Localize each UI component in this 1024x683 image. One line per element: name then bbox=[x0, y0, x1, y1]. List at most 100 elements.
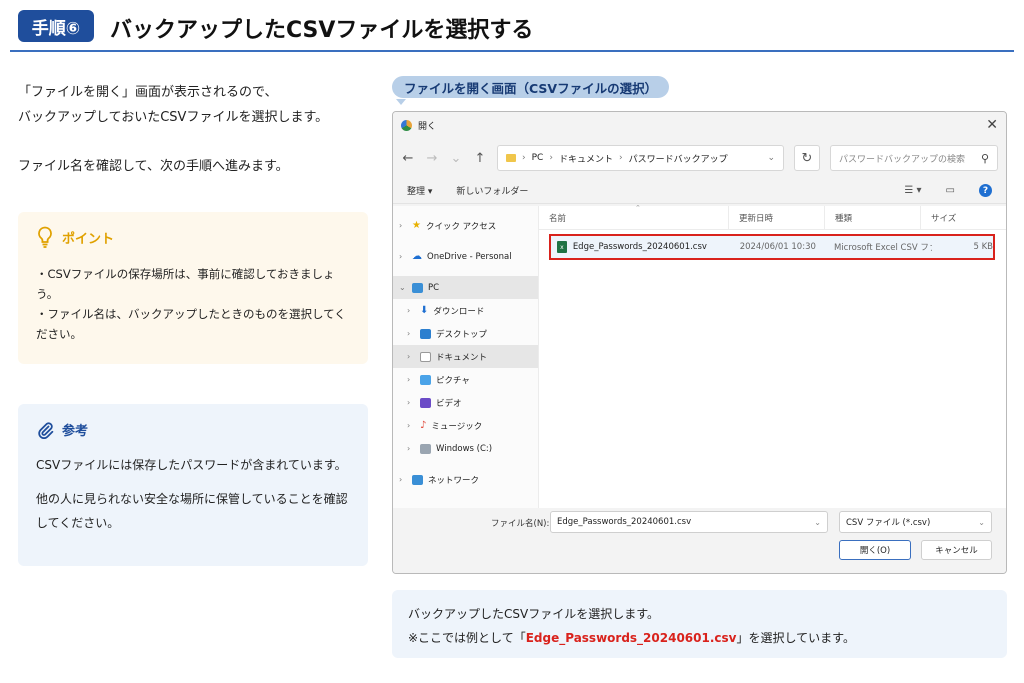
excel-csv-icon: x bbox=[557, 241, 567, 253]
reference-body: CSVファイルには保存したパスワードが含まれています。 他の人に見られない安全な… bbox=[36, 453, 350, 535]
breadcrumb-item[interactable]: パスワードバックアップ bbox=[629, 152, 728, 165]
dialog-titlebar: 開く ✕ bbox=[393, 112, 1006, 138]
video-icon bbox=[420, 397, 431, 408]
nav-item-pc[interactable]: ⌄ PC bbox=[393, 276, 538, 299]
header-divider bbox=[10, 50, 1014, 52]
refresh-icon[interactable]: ↻ bbox=[794, 145, 820, 171]
column-header-name[interactable]: ⌃ 名前 bbox=[539, 204, 729, 229]
nav-item-quick-access[interactable]: › ★ クイック アクセス bbox=[393, 214, 538, 237]
search-placeholder: パスワードバックアップの検索 bbox=[839, 154, 966, 165]
desktop-icon bbox=[420, 328, 431, 339]
cancel-button[interactable]: キャンセル bbox=[921, 540, 992, 560]
sort-up-icon: ⌃ bbox=[635, 204, 641, 212]
nav-item-windows-c[interactable]: › Windows (C:) bbox=[393, 437, 538, 460]
point-item: ・CSVファイルの保存場所は、事前に確認しておきましょう。 bbox=[36, 267, 335, 301]
cloud-icon: ☁ bbox=[412, 251, 422, 262]
dialog-footer: ファイル名(N): Edge_Passwords_20240601.csv ⌄ … bbox=[393, 508, 1006, 573]
nav-item-videos[interactable]: › ビデオ bbox=[393, 391, 538, 414]
folder-icon bbox=[506, 154, 516, 162]
note-box: バックアップしたCSVファイルを選択します。 ※ここでは例として「Edge_Pa… bbox=[392, 590, 1007, 658]
nav-item-downloads[interactable]: › ⬇ ダウンロード bbox=[393, 299, 538, 322]
document-icon bbox=[420, 351, 431, 362]
computer-icon bbox=[412, 282, 423, 293]
dialog-command-bar: 整理 ▾ 新しいフォルダー ☰ ▾ ▭ ? bbox=[393, 178, 1006, 204]
address-bar[interactable]: › PC › ドキュメント › パスワードバックアップ ⌄ bbox=[497, 145, 784, 171]
file-date: 2024/06/01 10:30 bbox=[739, 242, 816, 252]
navigation-pane: › ★ クイック アクセス › ☁ OneDrive - Personal ⌄ PC… bbox=[393, 206, 539, 508]
preview-pane-icon[interactable]: ▭ bbox=[946, 185, 955, 196]
nav-item-network[interactable]: › ネットワーク bbox=[393, 468, 538, 491]
reference-heading-label: 参考 bbox=[62, 424, 89, 439]
column-header-size[interactable]: サイズ bbox=[921, 206, 991, 229]
point-heading-label: ポイント bbox=[62, 231, 115, 247]
intro-line: ファイル名を確認して、次の手順へ進みます。 bbox=[18, 159, 289, 174]
filetype-select[interactable]: CSV ファイル (*.csv) ⌄ bbox=[839, 511, 992, 533]
file-row-selected[interactable]: x Edge_Passwords_20240601.csv 2024/06/01… bbox=[549, 234, 995, 260]
network-icon bbox=[412, 474, 423, 485]
chevron-down-icon[interactable]: ⌄ bbox=[767, 153, 775, 163]
column-header-row: ⌃ 名前 更新日時 種類 サイズ bbox=[539, 204, 1006, 230]
intro-line: 「ファイルを開く」画面が表示されるので、 bbox=[18, 85, 278, 100]
up-arrow-icon[interactable]: ↑ bbox=[473, 151, 487, 166]
nav-item-onedrive[interactable]: › ☁ OneDrive - Personal bbox=[393, 245, 538, 268]
chevron-down-icon[interactable]: ⌄ bbox=[814, 518, 821, 527]
lightbulb-icon bbox=[38, 226, 52, 248]
download-icon: ⬇ bbox=[420, 305, 429, 316]
help-icon[interactable]: ? bbox=[979, 184, 992, 197]
caption-pointer bbox=[396, 99, 406, 105]
point-list: ・CSVファイルの保存場所は、事前に確認しておきましょう。 ・ファイル名は、バッ… bbox=[36, 264, 350, 344]
view-options-icon[interactable]: ☰ ▾ bbox=[904, 185, 921, 196]
paperclip-icon bbox=[38, 421, 54, 439]
close-icon[interactable]: ✕ bbox=[986, 117, 998, 133]
back-arrow-icon[interactable]: ← bbox=[401, 151, 415, 166]
intro-line: バックアップしておいたCSVファイルを選択します。 bbox=[18, 110, 329, 125]
open-button[interactable]: 開く(O) bbox=[839, 540, 911, 560]
nav-item-pictures[interactable]: › ピクチャ bbox=[393, 368, 538, 391]
note-suffix: 」を選択しています。 bbox=[736, 631, 855, 645]
reference-para: 他の人に見られない安全な場所に保管していることを確認してください。 bbox=[36, 492, 348, 530]
reference-heading: 参考 bbox=[36, 420, 350, 439]
filename-label: ファイル名(N): bbox=[491, 519, 550, 529]
note-prefix: ※ここでは例として「 bbox=[408, 631, 526, 645]
filename-input[interactable]: Edge_Passwords_20240601.csv ⌄ bbox=[550, 511, 828, 533]
intro-text: 「ファイルを開く」画面が表示されるので、 バックアップしておいたCSVファイルを… bbox=[18, 80, 378, 179]
breadcrumb-item[interactable]: PC bbox=[532, 153, 544, 163]
drive-icon bbox=[420, 443, 431, 454]
reference-para: CSVファイルには保存したパスワードが含まれています。 bbox=[36, 458, 347, 472]
picture-icon bbox=[420, 374, 431, 385]
file-open-dialog: 開く ✕ ← → ⌄ ↑ › PC › ドキュメント › パスワードバックアップ… bbox=[392, 111, 1007, 574]
dialog-navbar: ← → ⌄ ↑ › PC › ドキュメント › パスワードバックアップ ⌄ ↻ … bbox=[393, 138, 1006, 178]
file-size: 5 KB bbox=[973, 242, 993, 252]
chevron-down-icon[interactable]: ⌄ bbox=[449, 151, 463, 166]
filetype-value: CSV ファイル (*.csv) bbox=[846, 518, 931, 528]
file-list: ⌃ 名前 更新日時 種類 サイズ x Edge_Passwords_202406… bbox=[539, 204, 1006, 508]
file-name: Edge_Passwords_20240601.csv bbox=[572, 242, 707, 252]
forward-arrow-icon[interactable]: → bbox=[425, 151, 439, 166]
dialog-caption: ファイルを開く画面（CSVファイルの選択） bbox=[392, 76, 670, 98]
column-header-date[interactable]: 更新日時 bbox=[729, 206, 825, 229]
organize-button[interactable]: 整理 ▾ bbox=[407, 184, 432, 197]
nav-item-music[interactable]: › ♪ ミュージック bbox=[393, 414, 538, 437]
nav-item-documents[interactable]: › ドキュメント bbox=[393, 345, 538, 368]
note-highlight-filename: Edge_Passwords_20240601.csv bbox=[525, 631, 737, 645]
point-item: ・ファイル名は、バックアップしたときのものを選択してください。 bbox=[36, 307, 346, 341]
nav-item-desktop[interactable]: › デスクトップ bbox=[393, 322, 538, 345]
column-header-type[interactable]: 種類 bbox=[825, 206, 921, 229]
filename-value: Edge_Passwords_20240601.csv bbox=[557, 517, 692, 527]
file-type: Microsoft Excel CSV ファイル bbox=[833, 243, 932, 253]
music-icon: ♪ bbox=[420, 420, 427, 431]
reference-box: 参考 CSVファイルには保存したパスワードが含まれています。 他の人に見られない… bbox=[18, 404, 368, 566]
point-box: ポイント ・CSVファイルの保存場所は、事前に確認しておきましょう。 ・ファイル… bbox=[18, 212, 368, 364]
step-badge: 手順⑥ bbox=[18, 10, 94, 42]
search-icon: ⚲ bbox=[980, 151, 989, 165]
dialog-title: 開く bbox=[418, 121, 437, 132]
point-heading: ポイント bbox=[36, 226, 350, 248]
search-input[interactable]: パスワードバックアップの検索 ⚲ bbox=[830, 145, 998, 171]
note-line: バックアップしたCSVファイルを選択します。 bbox=[408, 607, 660, 621]
note-line: ※ここでは例として「Edge_Passwords_20240601.csv」を選… bbox=[408, 626, 991, 650]
page-title: バックアップしたCSVファイルを選択する bbox=[110, 18, 534, 43]
browser-icon bbox=[401, 119, 412, 131]
dialog-body: › ★ クイック アクセス › ☁ OneDrive - Personal ⌄ PC… bbox=[393, 204, 1006, 508]
new-folder-button[interactable]: 新しいフォルダー bbox=[456, 184, 528, 197]
breadcrumb-item[interactable]: ドキュメント bbox=[559, 152, 613, 165]
